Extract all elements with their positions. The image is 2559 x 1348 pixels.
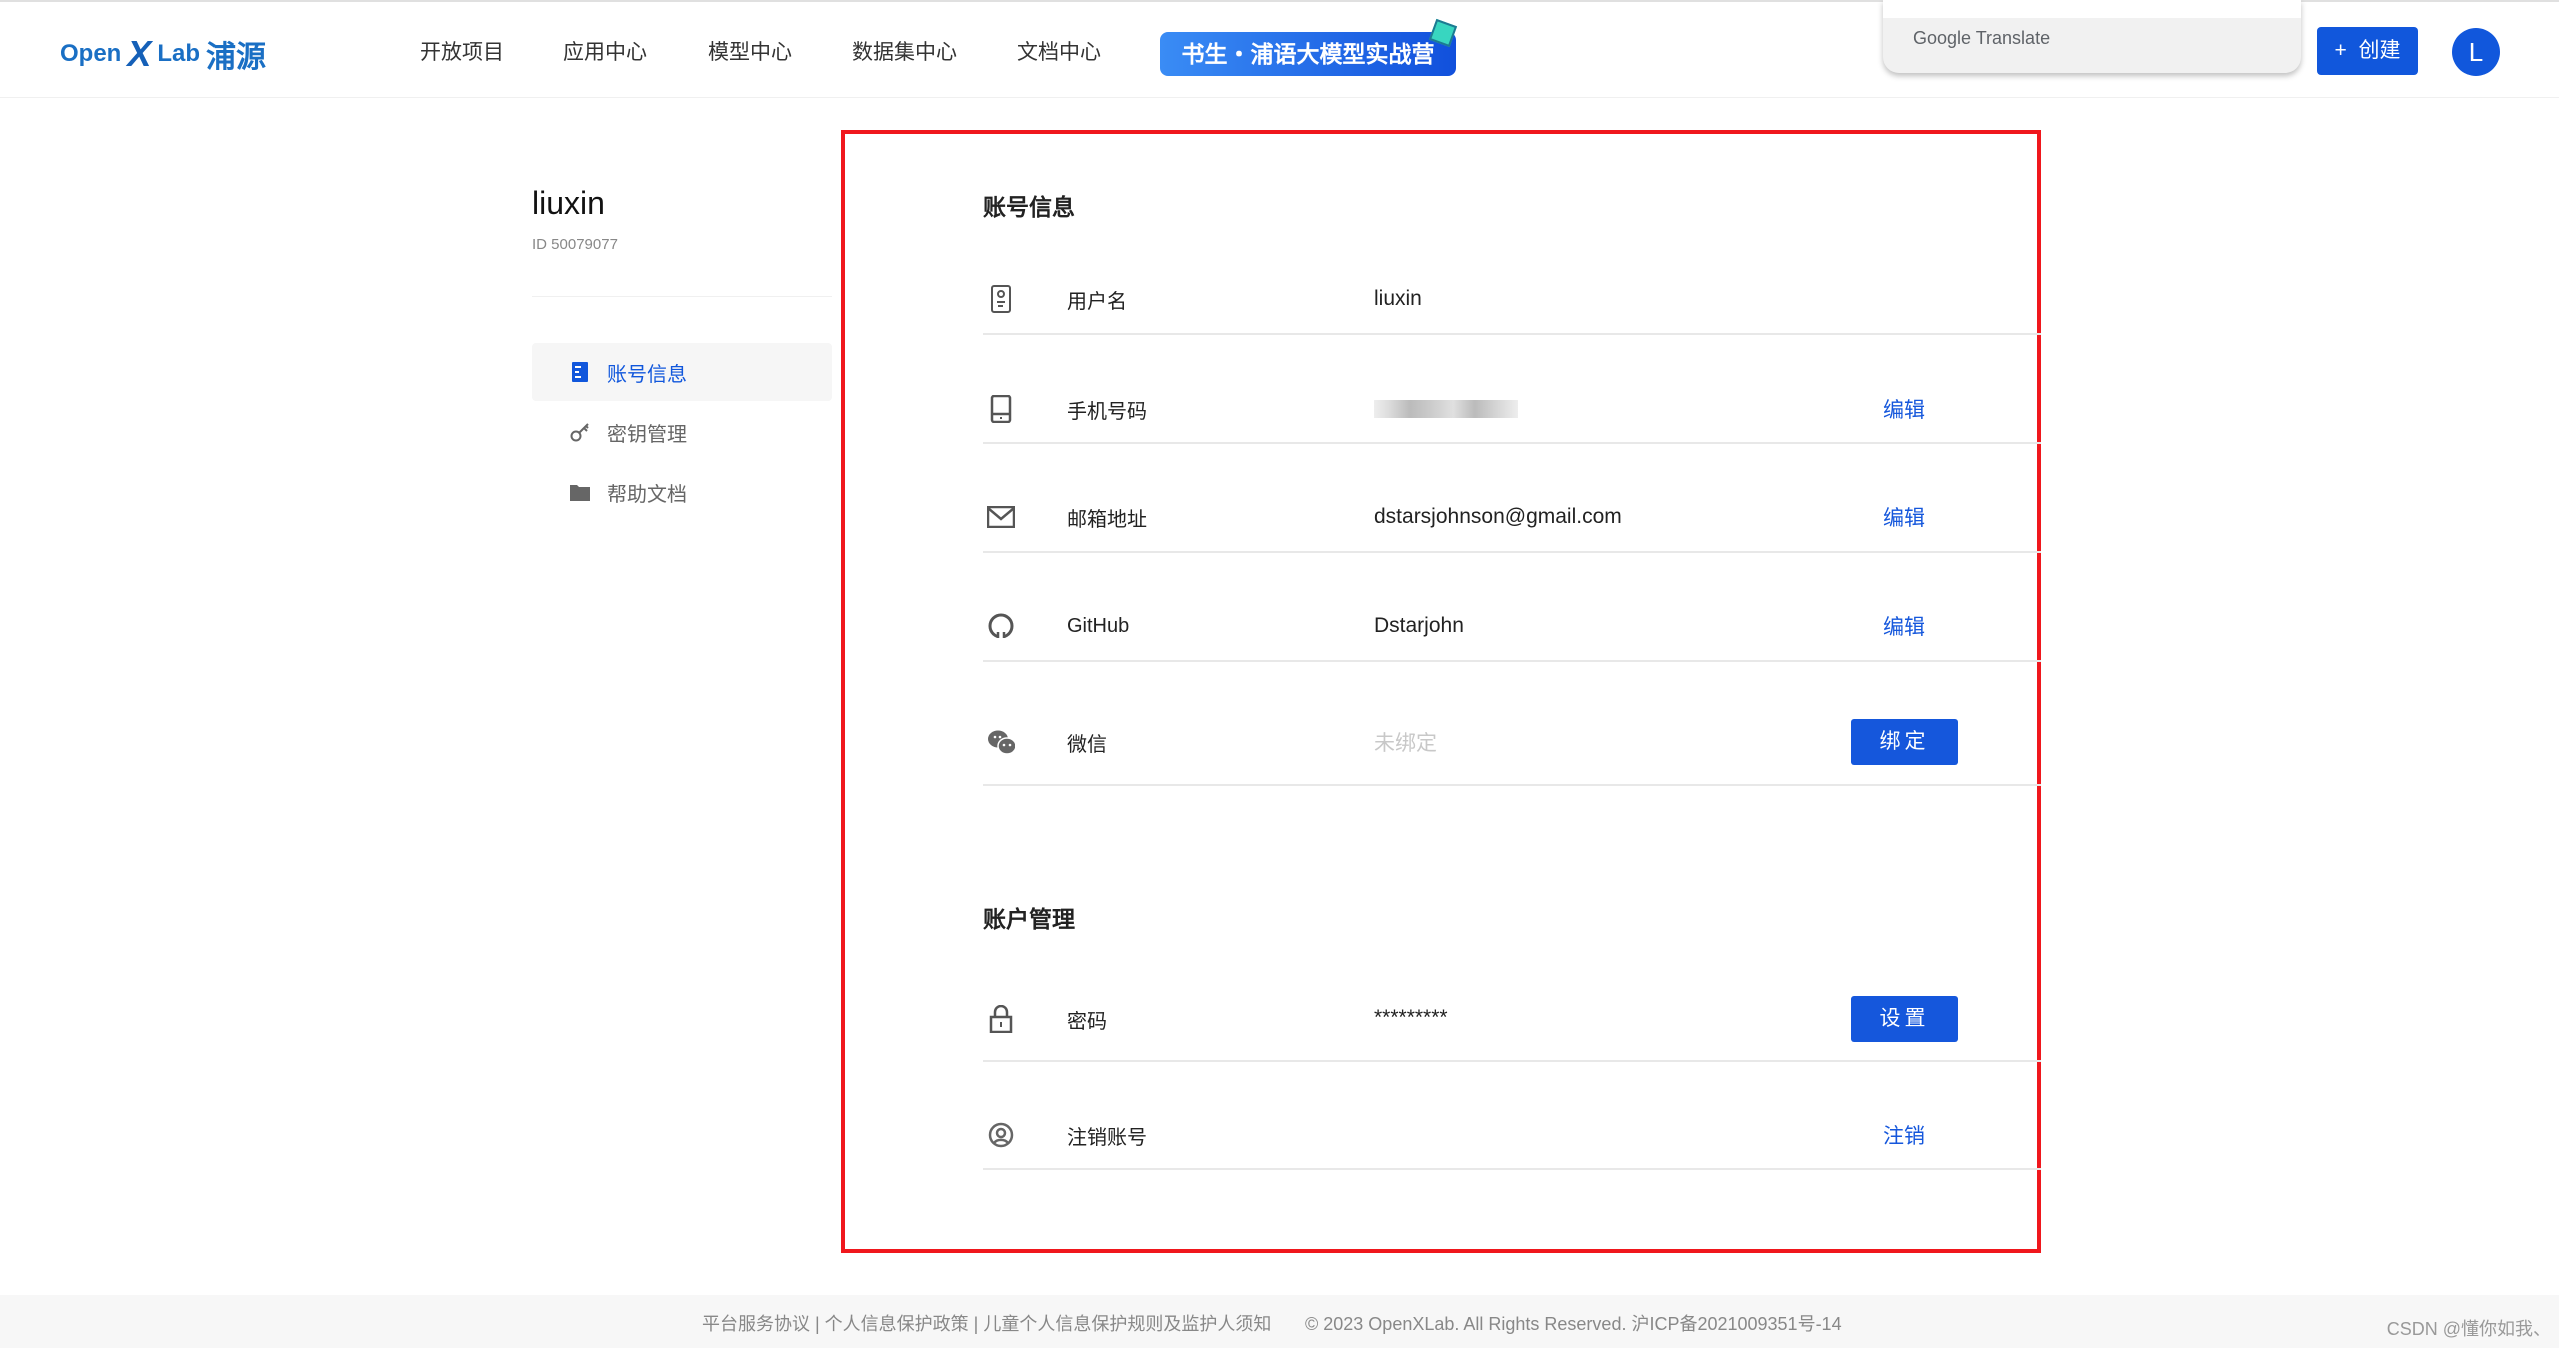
row-label: 注销账号: [1067, 1126, 1147, 1149]
divider: [532, 296, 832, 297]
sidebar-item-help-docs[interactable]: 帮助文档: [532, 463, 832, 521]
section-title-account-info: 账号信息: [983, 194, 1075, 220]
key-icon: [570, 422, 590, 442]
phone-value-blurred: [1374, 400, 1518, 418]
csdn-watermark: CSDN @懂你如我、: [2386, 1319, 2551, 1339]
row-email: 邮箱地址 dstarsjohnson@gmail.com 编辑: [983, 483, 2041, 553]
edit-phone-link[interactable]: 编辑: [1883, 394, 1925, 424]
footer: 平台服务协议 | 个人信息保护政策 | 儿童个人信息保护规则及监护人须知 © 2…: [0, 1295, 2559, 1348]
row-username: 用户名 liuxin: [983, 265, 2041, 335]
row-password: 密码 ********* 设置: [983, 978, 2041, 1062]
mail-icon: [987, 503, 1015, 531]
username: liuxin: [532, 185, 605, 221]
edit-github-link[interactable]: 编辑: [1883, 611, 1925, 641]
user-circle-icon: [987, 1121, 1015, 1149]
camp-banner[interactable]: 书生・浦语大模型实战营: [1160, 32, 1456, 76]
plus-icon: +: [2334, 39, 2347, 62]
id-card-icon: [987, 285, 1015, 313]
lock-icon: [987, 1005, 1015, 1033]
row-label: 手机号码: [1067, 400, 1147, 423]
avatar[interactable]: L: [2452, 28, 2500, 76]
row-github: GitHub Dstarjohn 编辑: [983, 592, 2041, 662]
row-delete-account: 注销账号 注销: [983, 1102, 2041, 1170]
row-value: *********: [1374, 1006, 1448, 1029]
logo-text: Open: [60, 40, 122, 67]
nav-open-projects[interactable]: 开放项目: [420, 36, 504, 66]
edit-email-link[interactable]: 编辑: [1883, 502, 1925, 532]
sidebar-item-label: 密钥管理: [607, 423, 687, 446]
create-button[interactable]: + 创建: [2317, 27, 2418, 75]
row-value: 未绑定: [1374, 732, 1437, 755]
nav-dataset-center[interactable]: 数据集中心: [852, 36, 957, 66]
folder-icon: [570, 482, 590, 502]
row-value: Dstarjohn: [1374, 614, 1464, 637]
section-title-account-management: 账户管理: [983, 906, 1075, 932]
nav-model-center[interactable]: 模型中心: [708, 36, 792, 66]
logo[interactable]: Open X Lab 浦源: [60, 32, 266, 76]
sidebar-item-key-management[interactable]: 密钥管理: [532, 403, 832, 461]
row-label: 密码: [1067, 1010, 1107, 1033]
logo-cn: 浦源: [206, 41, 267, 74]
row-label: 邮箱地址: [1067, 508, 1147, 531]
sidebar-item-account-info[interactable]: 账号信息: [532, 343, 832, 401]
logo-x: X: [127, 33, 152, 74]
google-translate-popup[interactable]: Google Translate: [1883, 0, 2301, 73]
document-icon: [570, 362, 590, 382]
logo-lab: Lab: [157, 40, 201, 67]
sidebar-item-label: 帮助文档: [607, 483, 687, 506]
row-value: dstarsjohnson@gmail.com: [1374, 505, 1622, 528]
row-value: liuxin: [1374, 287, 1422, 310]
nav-app-center[interactable]: 应用中心: [563, 36, 647, 66]
phone-icon: [987, 395, 1015, 423]
footer-links[interactable]: 平台服务协议 | 个人信息保护政策 | 儿童个人信息保护规则及监护人须知: [702, 1310, 1271, 1336]
copyright: © 2023 OpenXLab. All Rights Reserved. 沪I…: [1305, 1314, 1842, 1334]
row-label: 用户名: [1067, 290, 1127, 313]
delete-account-link[interactable]: 注销: [1883, 1120, 1925, 1150]
set-password-button[interactable]: 设置: [1851, 996, 1958, 1042]
sidebar-item-label: 账号信息: [607, 363, 687, 386]
row-label: 微信: [1067, 733, 1107, 756]
row-wechat: 微信 未绑定 绑定: [983, 700, 2041, 786]
row-label: GitHub: [1067, 614, 1130, 637]
user-id: ID 50079077: [532, 236, 618, 253]
github-icon: [987, 612, 1015, 640]
bind-wechat-button[interactable]: 绑定: [1851, 719, 1958, 765]
google-translate-label: Google Translate: [1913, 28, 2051, 48]
row-phone: 手机号码 编辑: [983, 376, 2041, 444]
nav-docs-center[interactable]: 文档中心: [1017, 36, 1101, 66]
create-label: 创建: [2358, 39, 2401, 62]
wechat-icon: [987, 728, 1015, 756]
